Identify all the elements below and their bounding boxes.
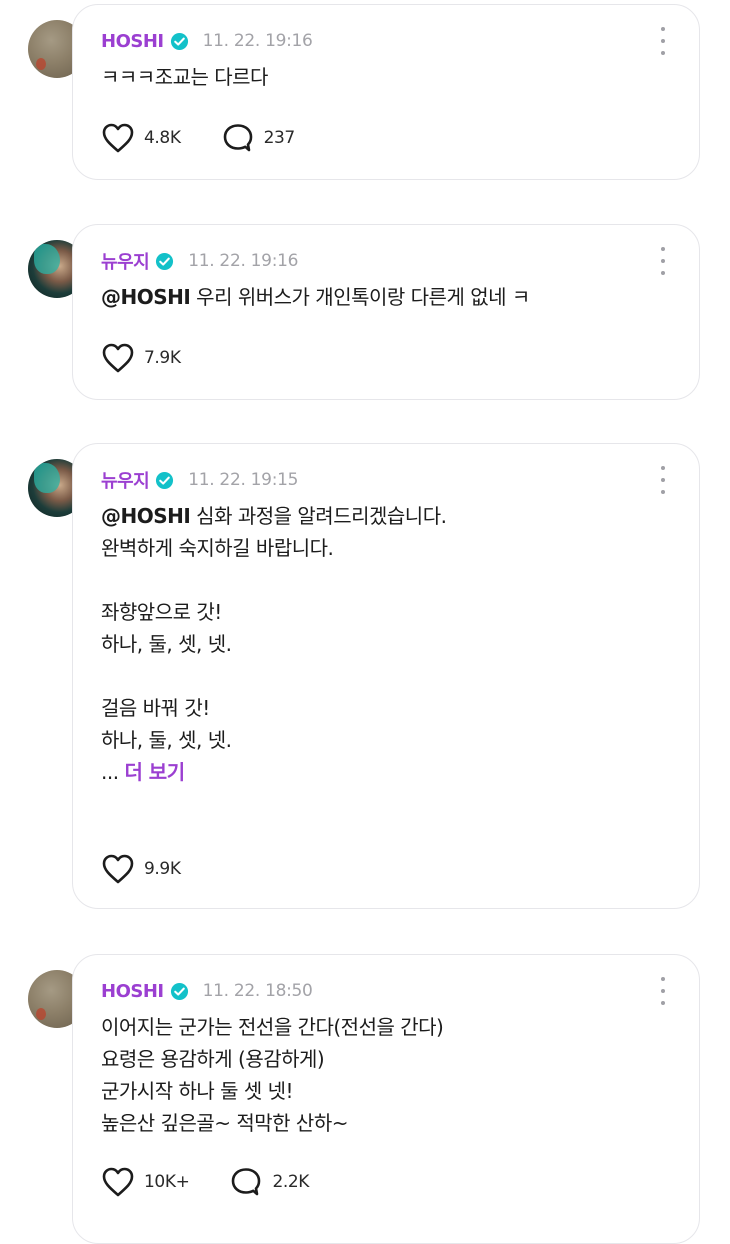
post-actions: 9.9K (101, 852, 221, 886)
ellipsis: ... (101, 760, 125, 784)
author-name[interactable]: 뉴우지 (101, 248, 150, 274)
post-card[interactable]: HOSHI 11. 22. 18:50 이어지는 군가는 전선을 간다(전선을 … (72, 954, 700, 1244)
more-options-icon[interactable] (657, 466, 669, 494)
verified-badge-icon (170, 32, 188, 50)
post-2: 뉴우지 11. 22. 19:16 @HOSHI 우리 위버스가 개인톡이랑 다… (0, 220, 730, 420)
like-button[interactable]: 10K+ (101, 1166, 190, 1198)
post-text: ㅋㅋㅋ조교는 다르다 (101, 61, 661, 93)
author-name[interactable]: HOSHI (101, 981, 164, 1002)
post-timestamp: 11. 22. 19:16 (188, 251, 299, 271)
author-name[interactable]: HOSHI (101, 31, 164, 52)
heart-icon (102, 854, 134, 884)
verified-badge-icon (156, 471, 174, 489)
post-actions: 10K+ 2.2K (101, 1165, 349, 1199)
more-options-icon[interactable] (657, 27, 669, 55)
post-body: ㅋㅋㅋ조교는 다르다 (101, 65, 268, 89)
like-button[interactable]: 9.9K (101, 853, 181, 885)
comment-button[interactable]: 2.2K (229, 1166, 309, 1198)
post-timestamp: 11. 22. 18:50 (202, 981, 313, 1001)
verified-badge-icon (170, 982, 188, 1000)
like-count: 7.9K (144, 348, 181, 368)
heart-icon (102, 123, 134, 153)
more-options-icon[interactable] (657, 247, 669, 275)
post-3: 뉴우지 11. 22. 19:15 @HOSHI 심화 과정을 알려드리겠습니다… (0, 439, 730, 919)
like-button[interactable]: 4.8K (101, 122, 181, 154)
post-timestamp: 11. 22. 19:15 (188, 470, 299, 490)
comment-count: 2.2K (272, 1172, 310, 1192)
mention-link[interactable]: @HOSHI (101, 285, 191, 309)
post-header: 뉴우지 11. 22. 19:16 (101, 247, 298, 275)
author-name[interactable]: 뉴우지 (101, 467, 150, 493)
post-card[interactable]: 뉴우지 11. 22. 19:16 @HOSHI 우리 위버스가 개인톡이랑 다… (72, 224, 700, 400)
verified-badge-icon (156, 252, 174, 270)
comment-button[interactable]: 237 (221, 122, 295, 154)
post-text: @HOSHI 우리 위버스가 개인톡이랑 다른게 없네 ㅋ (101, 281, 661, 313)
post-4: HOSHI 11. 22. 18:50 이어지는 군가는 전선을 간다(전선을 … (0, 950, 730, 1244)
post-body: 심화 과정을 알려드리겠습니다. 완벽하게 숙지하길 바랍니다. 좌향앞으로 갓… (101, 504, 447, 752)
post-1: HOSHI 11. 22. 19:16 ㅋㅋㅋ조교는 다르다 4.8K 237 (0, 0, 730, 200)
post-header: 뉴우지 11. 22. 19:15 (101, 466, 298, 494)
see-more-link[interactable]: 더 보기 (124, 760, 185, 784)
like-count: 10K+ (144, 1172, 190, 1192)
heart-icon (102, 1167, 134, 1197)
like-count: 4.8K (144, 128, 181, 148)
post-card[interactable]: HOSHI 11. 22. 19:16 ㅋㅋㅋ조교는 다르다 4.8K 237 (72, 4, 700, 180)
post-actions: 7.9K (101, 341, 221, 375)
post-body: 이어지는 군가는 전선을 간다(전선을 간다) 요령은 용감하게 (용감하게) … (101, 1015, 444, 1135)
post-text: 이어지는 군가는 전선을 간다(전선을 간다) 요령은 용감하게 (용감하게) … (101, 1011, 661, 1139)
more-options-icon[interactable] (657, 977, 669, 1005)
comment-icon (232, 1168, 261, 1196)
post-body: 우리 위버스가 개인톡이랑 다른게 없네 ㅋ (190, 285, 530, 309)
post-header: HOSHI 11. 22. 18:50 (101, 977, 313, 1005)
heart-icon (102, 343, 134, 373)
comment-count: 237 (263, 128, 296, 148)
comment-icon (223, 124, 252, 152)
like-button[interactable]: 7.9K (101, 342, 181, 374)
post-card[interactable]: 뉴우지 11. 22. 19:15 @HOSHI 심화 과정을 알려드리겠습니다… (72, 443, 700, 909)
post-actions: 4.8K 237 (101, 121, 335, 155)
mention-link[interactable]: @HOSHI (101, 504, 191, 528)
post-timestamp: 11. 22. 19:16 (202, 31, 313, 51)
post-text: @HOSHI 심화 과정을 알려드리겠습니다. 완벽하게 숙지하길 바랍니다. … (101, 500, 661, 788)
post-header: HOSHI 11. 22. 19:16 (101, 27, 313, 55)
like-count: 9.9K (144, 859, 181, 879)
